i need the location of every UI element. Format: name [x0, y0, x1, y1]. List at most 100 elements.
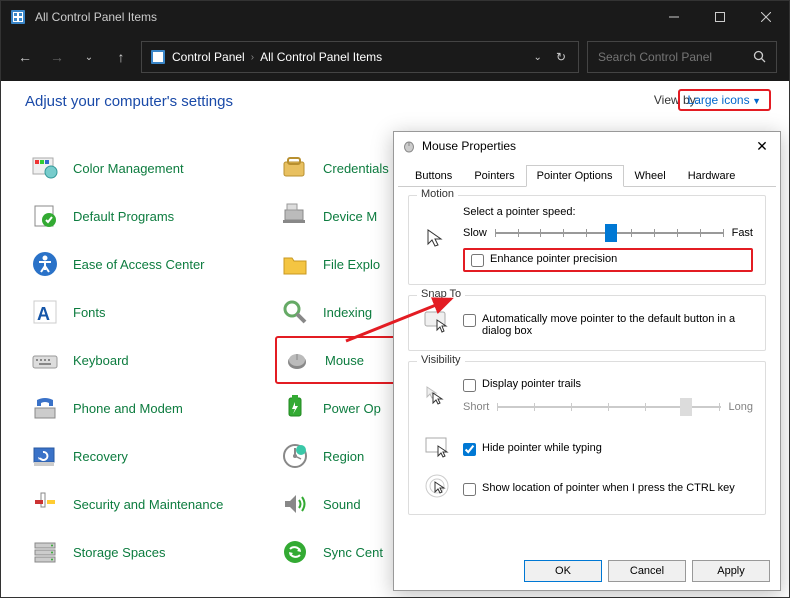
refresh-icon[interactable]: ↻: [552, 50, 570, 64]
dialog-title: Mouse Properties: [422, 139, 516, 153]
mouse-dialog-icon: [402, 139, 416, 153]
dialog-titlebar: Mouse Properties ✕: [394, 132, 780, 160]
item-security-maintenance[interactable]: Security and Maintenance: [25, 480, 275, 528]
trails-icon: [421, 381, 453, 413]
item-label: Color Management: [73, 161, 184, 176]
credentials-icon: [279, 152, 311, 184]
item-recovery[interactable]: Recovery: [25, 432, 275, 480]
item-label: Indexing: [323, 305, 372, 320]
recent-dropdown[interactable]: ⌄: [77, 45, 101, 69]
trails-checkbox[interactable]: [463, 379, 476, 392]
ctrl-locate-icon: [421, 470, 453, 502]
snapto-checkbox[interactable]: [463, 314, 476, 327]
hide-typing-row[interactable]: Hide pointer while typing: [463, 442, 753, 456]
item-keyboard[interactable]: Keyboard: [25, 336, 275, 384]
item-storage-spaces[interactable]: Storage Spaces: [25, 528, 275, 576]
minimize-button[interactable]: [651, 1, 697, 33]
tab-pointer-options[interactable]: Pointer Options: [526, 165, 624, 187]
window-title: All Control Panel Items: [35, 10, 651, 24]
item-label: Device M: [323, 209, 377, 224]
breadcrumb-control-panel[interactable]: Control Panel: [172, 50, 245, 64]
tab-buttons[interactable]: Buttons: [404, 165, 463, 187]
item-label: File Explo: [323, 257, 380, 272]
item-label: Mouse: [325, 353, 364, 368]
file-explorer-icon: [279, 248, 311, 280]
keyboard-icon: [29, 344, 61, 376]
item-label: Storage Spaces: [73, 545, 166, 560]
hide-typing-checkbox[interactable]: [463, 443, 476, 456]
region-icon: [279, 440, 311, 472]
item-label: Sync Cent: [323, 545, 383, 560]
tab-hardware[interactable]: Hardware: [677, 165, 747, 187]
item-label: Phone and Modem: [73, 401, 183, 416]
close-button[interactable]: [743, 1, 789, 33]
item-color-management[interactable]: Color Management: [25, 144, 275, 192]
search-box[interactable]: [587, 41, 777, 73]
ctrl-locate-label: Show location of pointer when I press th…: [482, 482, 735, 494]
item-phone-modem[interactable]: Phone and Modem: [25, 384, 275, 432]
tab-wheel[interactable]: Wheel: [624, 165, 677, 187]
trails-label: Display pointer trails: [482, 378, 581, 390]
mouse-icon: [281, 344, 313, 376]
item-fonts[interactable]: A Fonts: [25, 288, 275, 336]
search-input[interactable]: [598, 50, 753, 64]
ok-button[interactable]: OK: [524, 560, 602, 582]
phone-modem-icon: [29, 392, 61, 424]
item-label: Sound: [323, 497, 361, 512]
tab-pointers[interactable]: Pointers: [463, 165, 525, 187]
enhance-precision-label: Enhance pointer precision: [490, 253, 617, 265]
ctrl-locate-checkbox[interactable]: [463, 483, 476, 496]
address-bar[interactable]: Control Panel › All Control Panel Items …: [141, 41, 579, 73]
item-label: Keyboard: [73, 353, 129, 368]
item-label: Region: [323, 449, 364, 464]
slow-label: Slow: [463, 227, 487, 239]
storage-spaces-icon: [29, 536, 61, 568]
visibility-group: Visibility Display pointer trails Short: [408, 361, 766, 515]
chevron-right-icon[interactable]: ›: [251, 52, 254, 63]
fast-label: Fast: [732, 227, 753, 239]
item-label: Credentials: [323, 161, 389, 176]
back-button[interactable]: ←: [13, 45, 37, 69]
item-label: Ease of Access Center: [73, 257, 205, 272]
enhance-precision-checkbox[interactable]: [471, 254, 484, 267]
pointer-speed-icon: [421, 223, 453, 255]
viewby-dropdown[interactable]: Large icons: [678, 89, 771, 111]
device-manager-icon: [279, 200, 311, 232]
titlebar: All Control Panel Items: [1, 1, 789, 33]
pointer-speed-slider[interactable]: [495, 224, 724, 242]
sound-icon: [279, 488, 311, 520]
address-dropdown-icon[interactable]: ⌄: [530, 52, 546, 63]
snapto-row[interactable]: Automatically move pointer to the defaul…: [463, 313, 753, 337]
maximize-button[interactable]: [697, 1, 743, 33]
cancel-button[interactable]: Cancel: [608, 560, 686, 582]
pointer-options-panel: Motion Select a pointer speed: Slow: [394, 187, 780, 533]
up-button[interactable]: ↑: [109, 45, 133, 69]
dialog-tabs: Buttons Pointers Pointer Options Wheel H…: [398, 160, 776, 187]
short-label: Short: [463, 401, 489, 413]
trails-row[interactable]: Display pointer trails: [463, 378, 753, 392]
recovery-icon: [29, 440, 61, 472]
motion-group-label: Motion: [417, 188, 458, 200]
trails-slider: [497, 398, 720, 416]
dialog-close-button[interactable]: ✕: [752, 136, 772, 156]
visibility-group-label: Visibility: [417, 354, 465, 366]
dialog-buttons: OK Cancel Apply: [524, 560, 770, 582]
motion-group: Motion Select a pointer speed: Slow: [408, 195, 766, 285]
sync-center-icon: [279, 536, 311, 568]
snapto-group: Snap To Automatically move pointer to th…: [408, 295, 766, 351]
ctrl-locate-row[interactable]: Show location of pointer when I press th…: [463, 482, 753, 496]
search-icon[interactable]: [753, 50, 767, 64]
apply-button[interactable]: Apply: [692, 560, 770, 582]
item-ease-of-access[interactable]: Ease of Access Center: [25, 240, 275, 288]
indexing-icon: [279, 296, 311, 328]
breadcrumb-all-items[interactable]: All Control Panel Items: [260, 50, 382, 64]
control-panel-icon: [9, 8, 27, 26]
forward-button[interactable]: →: [45, 45, 69, 69]
default-programs-icon: [29, 200, 61, 232]
hide-typing-label: Hide pointer while typing: [482, 442, 602, 454]
fonts-icon: A: [29, 296, 61, 328]
enhance-precision-row[interactable]: Enhance pointer precision: [463, 248, 753, 272]
item-default-programs[interactable]: Default Programs: [25, 192, 275, 240]
snapto-icon: [421, 306, 453, 338]
ease-of-access-icon: [29, 248, 61, 280]
